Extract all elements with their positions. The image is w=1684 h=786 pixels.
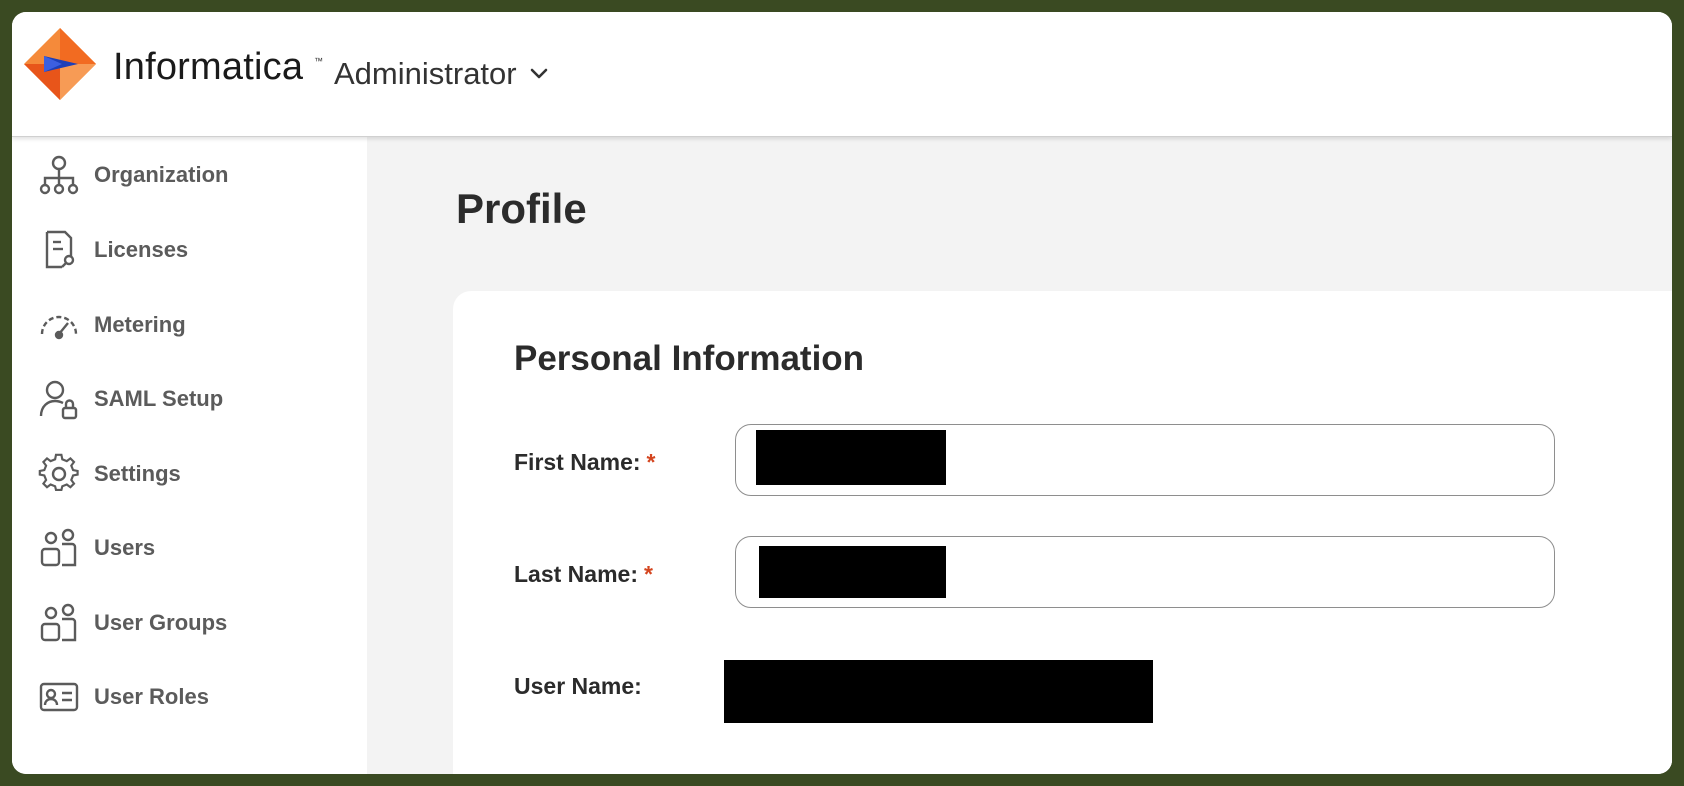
main-content: Profile Personal Information First Name:… <box>367 137 1672 774</box>
required-marker: * <box>646 449 656 475</box>
first-name-label-text: First Name: <box>514 449 641 475</box>
sidebar-item-label: User Roles <box>94 684 209 709</box>
user-lock-icon <box>39 380 78 420</box>
id-card-icon <box>39 682 79 712</box>
app-window: Informatica ™ Administrator Organization <box>12 12 1672 774</box>
user-groups-icon <box>40 603 77 642</box>
sidebar-item-licenses[interactable]: Licenses <box>12 218 367 282</box>
sidebar-item-user-roles[interactable]: User Roles <box>12 665 367 729</box>
first-name-input[interactable] <box>735 424 1555 496</box>
sidebar-item-label: User Groups <box>94 610 228 635</box>
top-header: Informatica ™ Administrator <box>12 12 1672 137</box>
last-name-value-redacted <box>759 546 946 598</box>
organization-icon <box>39 155 79 195</box>
sidebar-item-label: Users <box>94 535 156 560</box>
users-icon <box>40 528 77 567</box>
user-name-value-redacted <box>724 660 1153 723</box>
sidebar-nav: Organization Licenses Metering SAML Setu… <box>12 137 367 774</box>
gear-icon <box>38 453 79 491</box>
first-name-value-redacted <box>756 430 946 485</box>
sidebar-item-users[interactable]: Users <box>12 516 367 580</box>
user-name-label-text: User Name: <box>514 673 642 699</box>
sidebar-item-label: SAML Setup <box>94 386 224 411</box>
page-title: Profile <box>456 185 587 232</box>
personal-info-card: Personal Information First Name: * Last N… <box>453 291 1672 774</box>
brand-trademark: ™ <box>314 56 323 66</box>
app-switcher-dropdown[interactable]: Administrator <box>334 54 549 94</box>
required-marker: * <box>643 561 653 587</box>
sidebar-item-saml-setup[interactable]: SAML Setup <box>12 367 367 431</box>
last-name-label: Last Name: * <box>514 561 653 588</box>
gauge-icon <box>40 315 78 340</box>
license-icon <box>45 230 75 269</box>
sidebar-item-organization[interactable]: Organization <box>12 143 367 207</box>
sidebar-item-metering[interactable]: Metering <box>12 293 367 357</box>
last-name-input[interactable] <box>735 536 1555 608</box>
last-name-label-text: Last Name: <box>514 561 638 587</box>
brand-name: Informatica <box>113 46 304 88</box>
user-name-label: User Name: <box>514 673 642 700</box>
sidebar-item-label: Settings <box>94 461 181 486</box>
sidebar-item-label: Metering <box>94 312 186 337</box>
sidebar-item-label: Organization <box>94 162 229 187</box>
sidebar-item-label: Licenses <box>94 237 189 262</box>
section-title: Personal Information <box>514 339 865 378</box>
chevron-down-icon <box>530 68 547 79</box>
sidebar-item-user-groups[interactable]: User Groups <box>12 591 367 655</box>
app-switcher-label: Administrator <box>334 56 517 91</box>
informatica-logo-icon[interactable] <box>22 26 98 102</box>
first-name-label: First Name: * <box>514 449 656 476</box>
sidebar-item-settings[interactable]: Settings <box>12 442 367 506</box>
